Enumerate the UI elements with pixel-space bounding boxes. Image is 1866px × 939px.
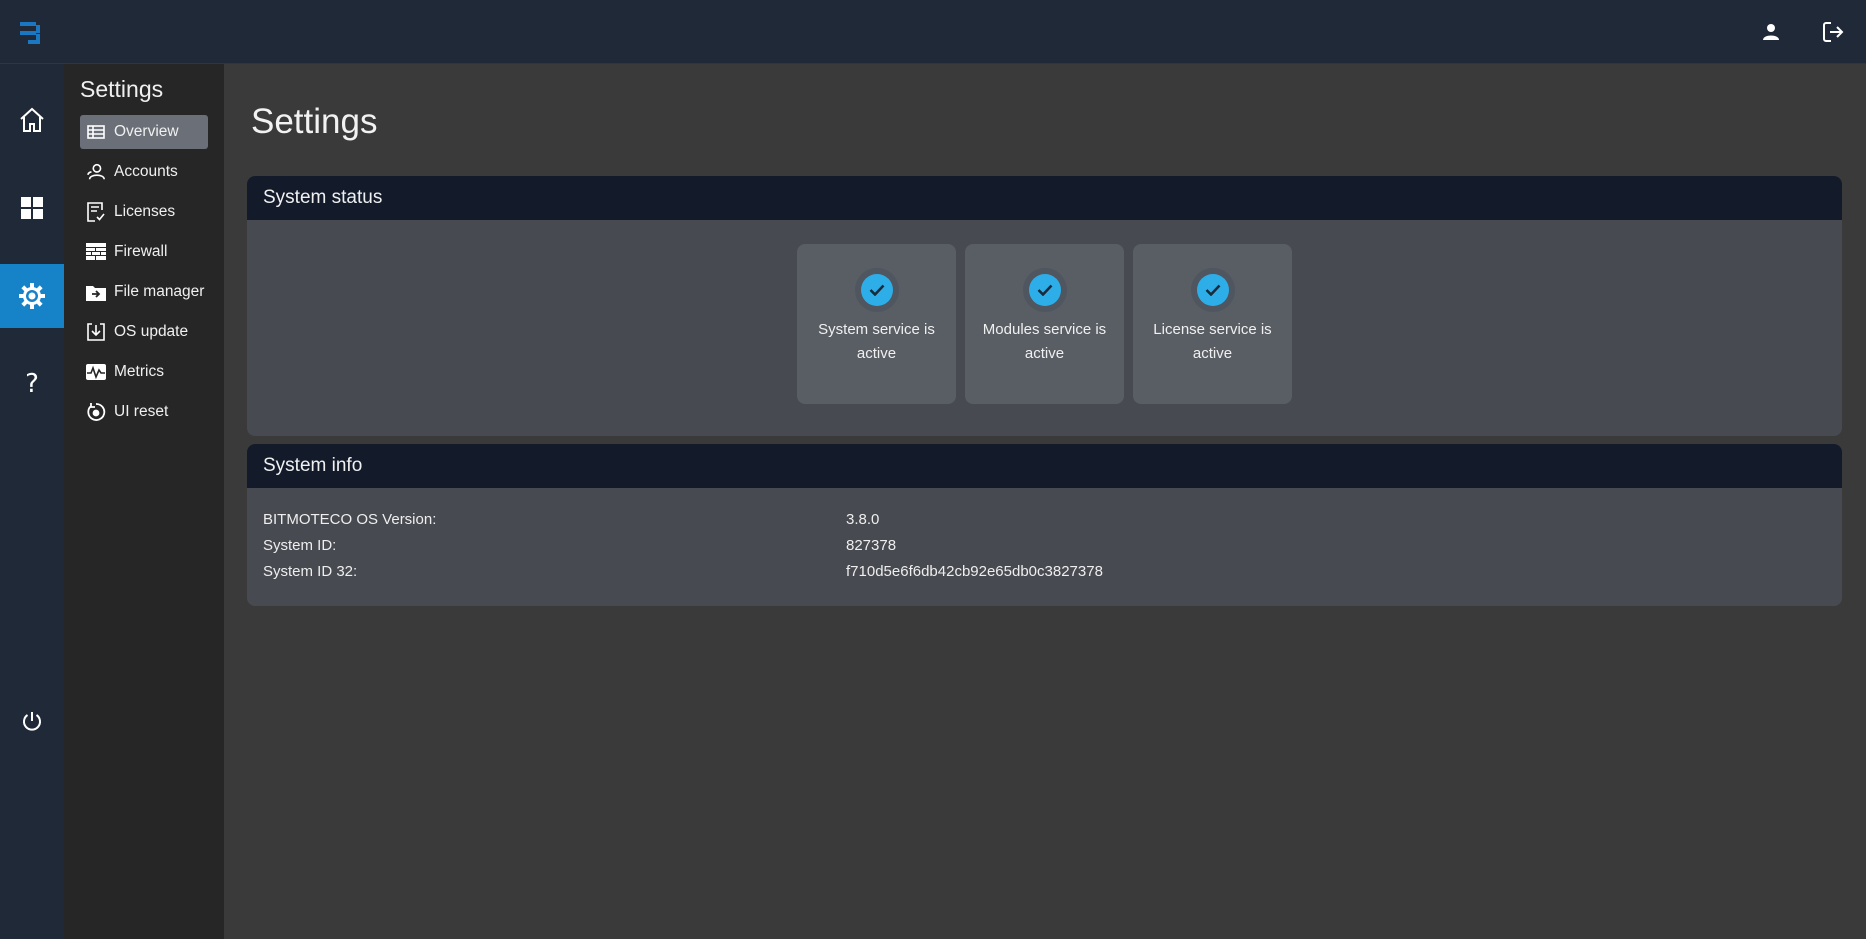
info-value: f710d5e6f6db42cb92e65db0c3827378 [846, 562, 1103, 580]
subnav-item-os-update[interactable]: OS update [80, 315, 208, 349]
info-value: 827378 [846, 536, 897, 554]
subnav-item-label: Metrics [114, 363, 164, 380]
status-tile-label: Modules service is active [982, 321, 1107, 362]
rail-power[interactable] [0, 689, 64, 753]
info-row-system-id: System ID: 827378 [263, 532, 1823, 558]
info-key: BITMOTECO OS Version: [263, 510, 437, 528]
status-tile-system: System service is active [797, 244, 956, 404]
subnav-item-label: Licenses [114, 203, 176, 220]
subnav-title: Settings [80, 76, 164, 102]
rail-settings[interactable] [0, 264, 64, 328]
status-tile-label: System service is active [818, 321, 935, 362]
subnav-item-label: File manager [114, 283, 205, 300]
status-tile-label: License service is active [1153, 321, 1272, 362]
subnav-item-overview[interactable]: Overview [80, 115, 208, 149]
check-circle-icon [1028, 274, 1061, 306]
subnav-item-file-manager[interactable]: File manager [80, 275, 208, 309]
status-tile-modules: Modules service is active [965, 244, 1124, 404]
accounts-icon [86, 162, 106, 182]
subnav-item-label: Firewall [114, 243, 168, 260]
rail-home[interactable] [0, 88, 64, 152]
subnav-item-ui-reset[interactable]: UI reset [80, 395, 208, 429]
rail-dashboard[interactable] [0, 176, 64, 240]
system-status-header: System status [247, 176, 1842, 220]
system-status-card: System status System service is active M… [247, 176, 1842, 436]
subnav-item-firewall[interactable]: Firewall [80, 235, 208, 269]
check-circle-icon [1196, 274, 1229, 306]
rail-help[interactable]: ? [0, 352, 64, 416]
top-bar [0, 0, 1866, 64]
folder-icon [86, 282, 106, 302]
info-key: System ID 32: [263, 562, 358, 580]
system-info-rows: BITMOTECO OS Version: 3.8.0 System ID: 8… [263, 506, 1823, 584]
system-info-header: System info [247, 444, 1842, 488]
home-icon [20, 107, 44, 132]
bitmoteco-logo-icon[interactable] [18, 20, 44, 46]
main-content: Settings System status System service is… [224, 64, 1866, 939]
list-icon [86, 122, 106, 142]
metrics-icon [86, 362, 106, 382]
subnav-item-licenses[interactable]: Licenses [80, 195, 208, 229]
info-value: 3.8.0 [846, 510, 880, 528]
status-tile-license: License service is active [1133, 244, 1292, 404]
subnav-item-label: Accounts [114, 163, 178, 180]
power-icon [23, 712, 41, 731]
info-key: System ID: [263, 536, 337, 554]
info-row-os-version: BITMOTECO OS Version: 3.8.0 [263, 506, 1823, 532]
info-row-system-id-32: System ID 32: f710d5e6f6db42cb92e65db0c3… [263, 558, 1823, 584]
dashboard-grid-icon [21, 197, 43, 219]
page-title: Settings [251, 102, 378, 141]
check-circle-icon [860, 274, 893, 306]
subnav-item-metrics[interactable]: Metrics [80, 355, 208, 389]
user-icon[interactable] [1757, 18, 1785, 46]
subnav-item-label: OS update [114, 323, 189, 340]
download-icon [86, 322, 106, 342]
main-nav-rail: ? [0, 64, 64, 939]
settings-subnav: Settings Overview Accounts Licenses Fire… [64, 64, 224, 939]
gear-icon [19, 283, 45, 309]
subnav-item-label: UI reset [114, 403, 169, 420]
status-tiles: System service is active Modules service… [247, 244, 1842, 404]
logout-icon[interactable] [1819, 18, 1847, 46]
firewall-icon [86, 242, 106, 262]
help-icon: ? [25, 369, 39, 399]
system-info-card: System info BITMOTECO OS Version: 3.8.0 … [247, 444, 1842, 606]
subnav-list: Overview Accounts Licenses Firewall File… [80, 115, 208, 435]
reset-icon [86, 402, 106, 422]
subnav-item-accounts[interactable]: Accounts [80, 155, 208, 189]
subnav-item-label: Overview [114, 123, 179, 140]
license-icon [86, 202, 106, 222]
